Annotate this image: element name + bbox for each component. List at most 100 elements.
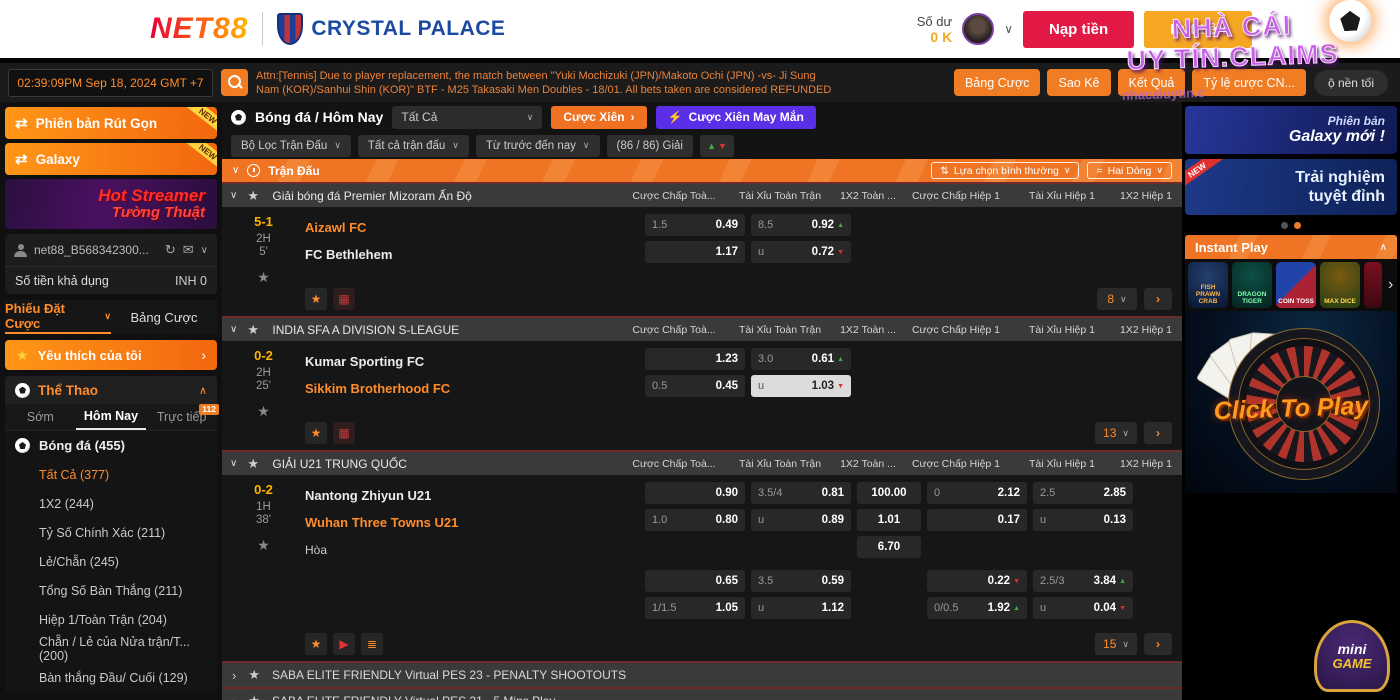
dark-mode-toggle[interactable]: ộ nền tối bbox=[1314, 70, 1388, 96]
league-filter-dropdown[interactable]: Tất Cả ∨ bbox=[392, 106, 542, 129]
team-name[interactable]: Wuhan Three Towns U21 bbox=[305, 509, 637, 536]
odds-cell[interactable]: 1/1.51.05 bbox=[645, 597, 745, 619]
sidebar-market-item[interactable]: Tỷ Số Chính Xác (211) bbox=[5, 518, 217, 547]
favorite-icon[interactable]: ★ bbox=[305, 288, 327, 310]
chevron-down-icon[interactable]: ∨ bbox=[1004, 22, 1013, 36]
filter-dropdown[interactable]: Từ trước đến nay∨ bbox=[476, 135, 600, 157]
odds-cell[interactable]: u0.04 bbox=[1033, 597, 1133, 619]
mini-game-badge[interactable]: mini GAME bbox=[1314, 620, 1390, 692]
bet-list-icon[interactable]: ≣ bbox=[361, 633, 383, 655]
tab-bet-board[interactable]: Bảng Cược bbox=[111, 300, 217, 334]
odds-cell[interactable]: 0.17 bbox=[927, 509, 1027, 531]
instant-play-game[interactable]: Max Dice bbox=[1320, 262, 1360, 308]
star-icon[interactable]: ★ bbox=[248, 667, 260, 683]
sidebar-market-item[interactable]: Tổng Số Bàn Thắng (211) bbox=[5, 576, 217, 605]
avatar[interactable] bbox=[962, 13, 994, 45]
odds-cell[interactable]: 1.00.80 bbox=[645, 509, 745, 531]
hot-streamer-banner[interactable]: Hot Streamer Tường Thuật bbox=[5, 179, 217, 229]
stats-icon[interactable]: ▦ bbox=[333, 288, 355, 310]
more-markets-dropdown[interactable]: 8∨ bbox=[1097, 288, 1137, 310]
odds-cell[interactable]: 2.52.85 bbox=[1033, 482, 1133, 504]
galaxy-promo-banner[interactable]: Phiên bản Galaxy mới ! bbox=[1185, 106, 1397, 154]
team-name[interactable]: Nantong Zhiyun U21 bbox=[305, 482, 637, 509]
sidebar-market-item[interactable]: Bàn thắng Đầu/ Cuối (129) bbox=[5, 663, 217, 692]
favorite-star-icon[interactable]: ★ bbox=[230, 269, 297, 286]
chevron-down-icon[interactable]: ∨ bbox=[232, 165, 239, 176]
favorite-icon[interactable]: ★ bbox=[305, 633, 327, 655]
quick-version-banner[interactable]: ⇄ Phiên bản Rút Gọn NEW bbox=[5, 107, 217, 139]
odds-cell[interactable]: u0.72 bbox=[751, 241, 851, 263]
tab-live[interactable]: Trực tiếp 112 bbox=[146, 404, 217, 430]
odds-cell[interactable]: 1.17 bbox=[645, 241, 745, 263]
chevron-down-icon[interactable]: ∨ bbox=[201, 245, 208, 256]
carousel-dot-active[interactable] bbox=[1294, 222, 1301, 229]
row-mode-dropdown[interactable]: = Hai Dòng ∨ bbox=[1087, 162, 1172, 179]
filter-dropdown[interactable]: Bộ Lọc Trận Đấu∨ bbox=[231, 135, 351, 157]
odds-cell[interactable]: 3.5/40.81 bbox=[751, 482, 851, 504]
odds-cell[interactable]: 02.12 bbox=[927, 482, 1027, 504]
sidebar-market-item[interactable]: Lẻ/Chẵn (245) bbox=[5, 547, 217, 576]
star-icon[interactable]: ★ bbox=[247, 322, 272, 338]
odds-cell[interactable]: 8.50.92 bbox=[751, 214, 851, 236]
star-icon[interactable]: ★ bbox=[247, 188, 272, 204]
odds-cell[interactable]: u1.03 bbox=[751, 375, 851, 397]
more-markets-dropdown[interactable]: 13∨ bbox=[1095, 422, 1137, 444]
ticker-action-button[interactable]: Sao Kê bbox=[1047, 69, 1110, 96]
odds-cell[interactable]: 1.23 bbox=[645, 348, 745, 370]
favorite-star-icon[interactable]: ★ bbox=[230, 403, 297, 420]
filter-dropdown[interactable]: (86 / 86) Giải bbox=[607, 135, 693, 157]
deposit-button[interactable]: Nạp tiền bbox=[1023, 11, 1134, 48]
chevron-down-icon[interactable]: ∨ bbox=[230, 458, 247, 469]
odds-cell[interactable]: 0.22 bbox=[927, 570, 1027, 592]
odds-cell[interactable]: 100.00 bbox=[857, 482, 921, 504]
club-logo[interactable]: CRYSTAL PALACE bbox=[277, 13, 505, 45]
odds-cell[interactable]: 3.50.59 bbox=[751, 570, 851, 592]
odds-cell[interactable]: 6.70 bbox=[857, 536, 921, 558]
star-icon[interactable]: ★ bbox=[248, 693, 260, 700]
team-name[interactable]: Sikkim Brotherhood FC bbox=[305, 375, 637, 402]
next-page-button[interactable]: › bbox=[1144, 422, 1172, 444]
sidebar-market-item[interactable]: Tất Cả (377) bbox=[5, 460, 217, 489]
league-header[interactable]: ∨★GIẢI U21 TRUNG QUỐCCược Chấp Toà...Tài… bbox=[222, 450, 1182, 475]
chevron-right-icon[interactable]: › bbox=[1388, 276, 1393, 294]
team-name[interactable]: FC Bethlehem bbox=[305, 241, 637, 268]
football-category[interactable]: Bóng đá (455) bbox=[5, 430, 217, 460]
withdraw-button[interactable]: Rút tiền bbox=[1144, 11, 1252, 48]
sort-toggle[interactable]: ▲ ▼ bbox=[700, 135, 734, 157]
sidebar-market-item[interactable]: Hiệp 1/Toàn Trận (204) bbox=[5, 605, 217, 634]
search-button[interactable] bbox=[221, 69, 248, 96]
odds-cell[interactable]: 1.50.49 bbox=[645, 214, 745, 236]
next-page-button[interactable]: › bbox=[1144, 288, 1172, 310]
odds-cell[interactable]: 0/0.51.92 bbox=[927, 597, 1027, 619]
sidebar-market-item[interactable]: Chẵn / Lẻ của Nửa trận/T... (200) bbox=[5, 634, 217, 663]
odds-cell[interactable]: u1.12 bbox=[751, 597, 851, 619]
instant-play-game[interactable]: Dragon Tiger bbox=[1232, 262, 1272, 308]
odds-cell[interactable]: 1.01 bbox=[857, 509, 921, 531]
galaxy-banner[interactable]: ⇄ Galaxy NEW bbox=[5, 143, 217, 175]
odds-cell[interactable]: u0.13 bbox=[1033, 509, 1133, 531]
experience-promo-banner[interactable]: NEW Trải nghiệm tuyệt đỉnh bbox=[1185, 159, 1397, 215]
instant-play-header[interactable]: Instant Play ∧ bbox=[1185, 235, 1397, 259]
parlay-button[interactable]: Cược Xiên › bbox=[551, 106, 646, 129]
team-name[interactable]: Aizawl FC bbox=[305, 214, 637, 241]
instant-play-game[interactable]: Fish Prawn Crab bbox=[1188, 262, 1228, 308]
roulette-promo[interactable]: Click To Play bbox=[1185, 311, 1397, 493]
odds-cell[interactable]: 3.00.61 bbox=[751, 348, 851, 370]
carousel-dot[interactable] bbox=[1281, 222, 1288, 229]
odds-cell[interactable]: 0.65 bbox=[645, 570, 745, 592]
instant-play-game-partial[interactable] bbox=[1364, 262, 1382, 308]
lucky-parlay-button[interactable]: ⚡ Cược Xiên May Mắn bbox=[656, 106, 816, 129]
team-name[interactable]: Kumar Sporting FC bbox=[305, 348, 637, 375]
odds-cell[interactable]: 2.5/33.84 bbox=[1033, 570, 1133, 592]
chevron-down-icon[interactable]: ∨ bbox=[230, 190, 247, 201]
mail-icon[interactable]: ✉ bbox=[183, 242, 194, 258]
odds-cell[interactable]: u0.89 bbox=[751, 509, 851, 531]
odds-cell[interactable]: 0.90 bbox=[645, 482, 745, 504]
league-header[interactable]: ∨★INDIA SFA A DIVISION S-LEAGUECược Chấp… bbox=[222, 316, 1182, 341]
live-play-icon[interactable]: ▶ bbox=[333, 633, 355, 655]
stats-icon[interactable]: ▦ bbox=[333, 422, 355, 444]
favorite-icon[interactable]: ★ bbox=[305, 422, 327, 444]
tab-today[interactable]: Hôm Nay bbox=[76, 404, 147, 430]
favorite-star-icon[interactable]: ★ bbox=[230, 537, 297, 554]
ticker-action-button[interactable]: Bảng Cược bbox=[954, 69, 1041, 96]
